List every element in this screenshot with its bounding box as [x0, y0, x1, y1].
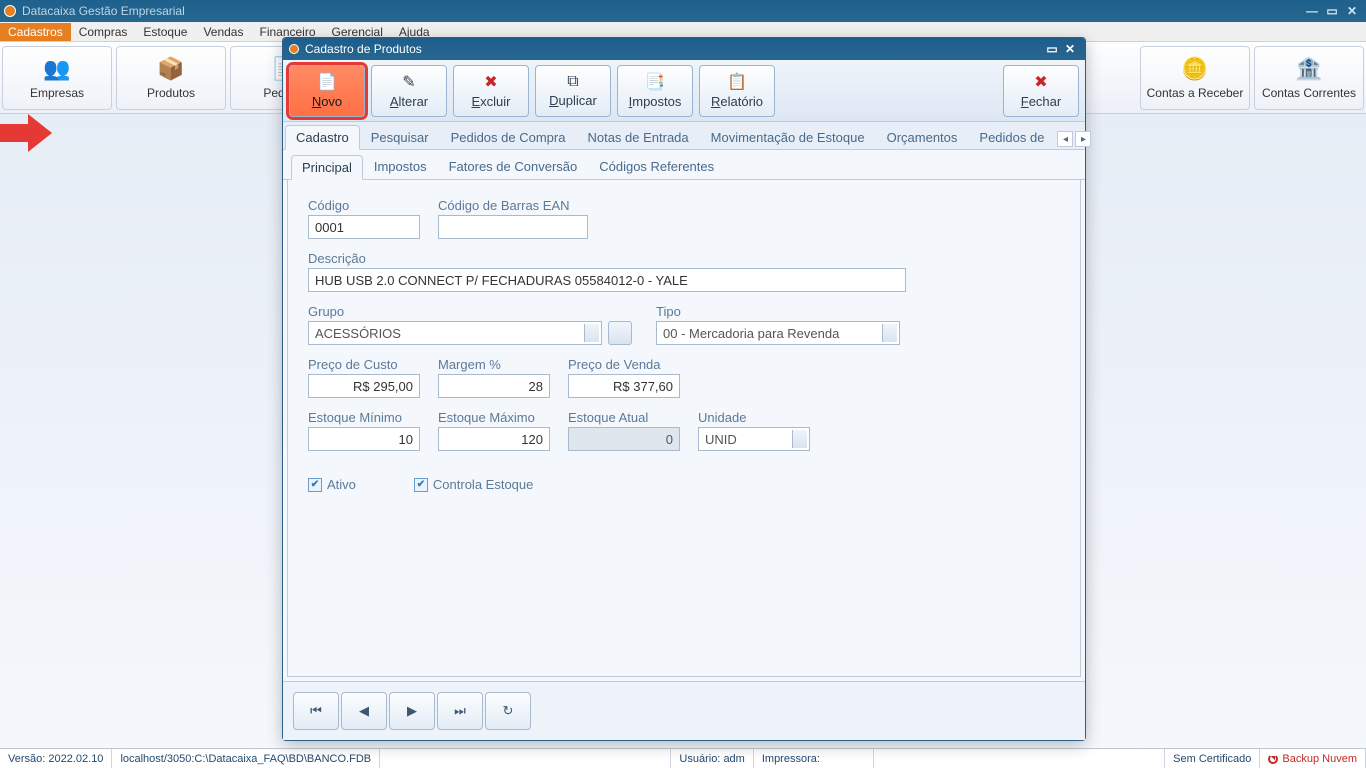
record-navigator: ⏮ ◀ ▶ ⏭ ↻ [283, 681, 1085, 740]
preco-venda-input[interactable] [568, 374, 680, 398]
unidade-select[interactable]: UNID [698, 427, 810, 451]
dialog-toolbar: 📄Novo ✎Alterar ✖Excluir ⧉Duplicar 📑Impos… [283, 60, 1085, 122]
status-backup[interactable]: Backup Nuvem [1260, 749, 1366, 768]
close-button[interactable]: ✕ [1342, 4, 1362, 18]
nav-first-button[interactable]: ⏮ [293, 692, 339, 730]
dialog-tabs: Cadastro Pesquisar Pedidos de Compra Not… [283, 122, 1085, 150]
subtab-codigos-ref[interactable]: Códigos Referentes [588, 154, 725, 179]
toolbar-empresas[interactable]: 👥Empresas [2, 46, 112, 110]
codigo-label: Código [308, 198, 420, 213]
status-versao: Versão: 2022.02.10 [0, 749, 112, 768]
dialog-restore-button[interactable]: ▭ [1043, 42, 1061, 56]
tab-scroll-right[interactable]: ▸ [1075, 131, 1091, 147]
descricao-label: Descrição [308, 251, 1060, 266]
report-icon: 📋 [727, 72, 747, 92]
codigo-input[interactable] [308, 215, 420, 239]
app-icon [4, 5, 16, 17]
tab-movimentacao[interactable]: Movimentação de Estoque [700, 125, 876, 149]
status-certificado: Sem Certificado [1165, 749, 1260, 768]
est-max-input[interactable] [438, 427, 550, 451]
pencil-icon: ✎ [402, 72, 415, 92]
tab-pesquisar[interactable]: Pesquisar [360, 125, 440, 149]
maximize-button[interactable]: ▭ [1322, 4, 1342, 18]
nav-next-button[interactable]: ▶ [389, 692, 435, 730]
tab-scroll-left[interactable]: ◂ [1057, 131, 1073, 147]
menu-estoque[interactable]: Estoque [135, 23, 195, 41]
impostos-button[interactable]: 📑Impostos [617, 65, 693, 117]
file-new-icon: 📄 [317, 72, 337, 92]
people-icon: 👥 [43, 56, 70, 82]
margem-label: Margem % [438, 357, 550, 372]
statusbar: Versão: 2022.02.10 localhost/3050:C:\Dat… [0, 748, 1366, 768]
menu-cadastros[interactable]: Cadastros [0, 23, 71, 41]
status-db: localhost/3050:C:\Datacaixa_FAQ\BD\BANCO… [112, 749, 380, 768]
close-icon: ✖ [1034, 72, 1047, 92]
preco-venda-label: Preço de Venda [568, 357, 680, 372]
est-min-label: Estoque Mínimo [308, 410, 420, 425]
coins-icon: 🪙 [1181, 56, 1208, 82]
dialog-subtabs: Principal Impostos Fatores de Conversão … [283, 150, 1085, 180]
preco-custo-input[interactable] [308, 374, 420, 398]
box-icon: 📦 [157, 56, 184, 82]
minimize-button[interactable]: — [1302, 4, 1322, 18]
duplicar-button[interactable]: ⧉Duplicar [535, 65, 611, 117]
dialog-titlebar: Cadastro de Produtos ▭ ✕ [283, 38, 1085, 60]
checkbox-checked-icon: ✔ [414, 478, 428, 492]
menu-compras[interactable]: Compras [71, 23, 136, 41]
est-atual-label: Estoque Atual [568, 410, 680, 425]
tab-pedidos-compra[interactable]: Pedidos de Compra [440, 125, 577, 149]
ativo-checkbox[interactable]: ✔Ativo [308, 477, 356, 492]
subtab-principal[interactable]: Principal [291, 155, 363, 180]
tab-pedidos-truncated[interactable]: Pedidos de [968, 125, 1055, 149]
tab-notas-entrada[interactable]: Notas de Entrada [576, 125, 699, 149]
margem-input[interactable] [438, 374, 550, 398]
tab-orcamentos[interactable]: Orçamentos [876, 125, 969, 149]
relatorio-button[interactable]: 📋Relatório [699, 65, 775, 117]
nav-last-button[interactable]: ⏭ [437, 692, 483, 730]
preco-custo-label: Preço de Custo [308, 357, 420, 372]
dialog-title: Cadastro de Produtos [305, 42, 422, 56]
grupo-lookup-button[interactable] [608, 321, 632, 345]
dialog-icon [289, 44, 299, 54]
nav-refresh-button[interactable]: ↻ [485, 692, 531, 730]
dialog-close-button[interactable]: ✕ [1061, 42, 1079, 56]
est-min-input[interactable] [308, 427, 420, 451]
delete-icon: ✖ [484, 72, 497, 92]
tipo-label: Tipo [656, 304, 900, 319]
est-max-label: Estoque Máximo [438, 410, 550, 425]
app-title: Datacaixa Gestão Empresarial [22, 4, 185, 18]
tipo-select[interactable]: 00 - Mercadoria para Revenda [656, 321, 900, 345]
unidade-label: Unidade [698, 410, 810, 425]
controla-estoque-checkbox[interactable]: ✔Controla Estoque [414, 477, 533, 492]
tax-icon: 📑 [645, 72, 665, 92]
subtab-impostos[interactable]: Impostos [363, 154, 438, 179]
status-impressora: Impressora: [754, 749, 874, 768]
grupo-label: Grupo [308, 304, 632, 319]
checkbox-checked-icon: ✔ [308, 478, 322, 492]
subtab-fatores[interactable]: Fatores de Conversão [438, 154, 589, 179]
grupo-select[interactable]: ACESSÓRIOS [308, 321, 602, 345]
nav-prev-button[interactable]: ◀ [341, 692, 387, 730]
ean-label: Código de Barras EAN [438, 198, 588, 213]
toolbar-contas-correntes[interactable]: 🏦Contas Correntes [1254, 46, 1364, 110]
ean-input[interactable] [438, 215, 588, 239]
copy-icon: ⧉ [567, 73, 578, 91]
refresh-icon [1268, 754, 1278, 764]
status-usuario: Usuário: adm [671, 749, 753, 768]
toolbar-produtos[interactable]: 📦Produtos [116, 46, 226, 110]
alterar-button[interactable]: ✎Alterar [371, 65, 447, 117]
descricao-input[interactable] [308, 268, 906, 292]
excluir-button[interactable]: ✖Excluir [453, 65, 529, 117]
toolbar-contas-receber[interactable]: 🪙Contas a Receber [1140, 46, 1250, 110]
menu-vendas[interactable]: Vendas [195, 23, 251, 41]
app-titlebar: Datacaixa Gestão Empresarial — ▭ ✕ [0, 0, 1366, 22]
safe-icon: 🏦 [1295, 56, 1322, 82]
novo-button[interactable]: 📄Novo [289, 65, 365, 117]
est-atual-input [568, 427, 680, 451]
form-principal: Código Código de Barras EAN Descrição Gr… [287, 180, 1081, 677]
tab-cadastro[interactable]: Cadastro [285, 125, 360, 150]
fechar-button[interactable]: ✖Fechar [1003, 65, 1079, 117]
produto-dialog: Cadastro de Produtos ▭ ✕ 📄Novo ✎Alterar … [282, 37, 1086, 741]
